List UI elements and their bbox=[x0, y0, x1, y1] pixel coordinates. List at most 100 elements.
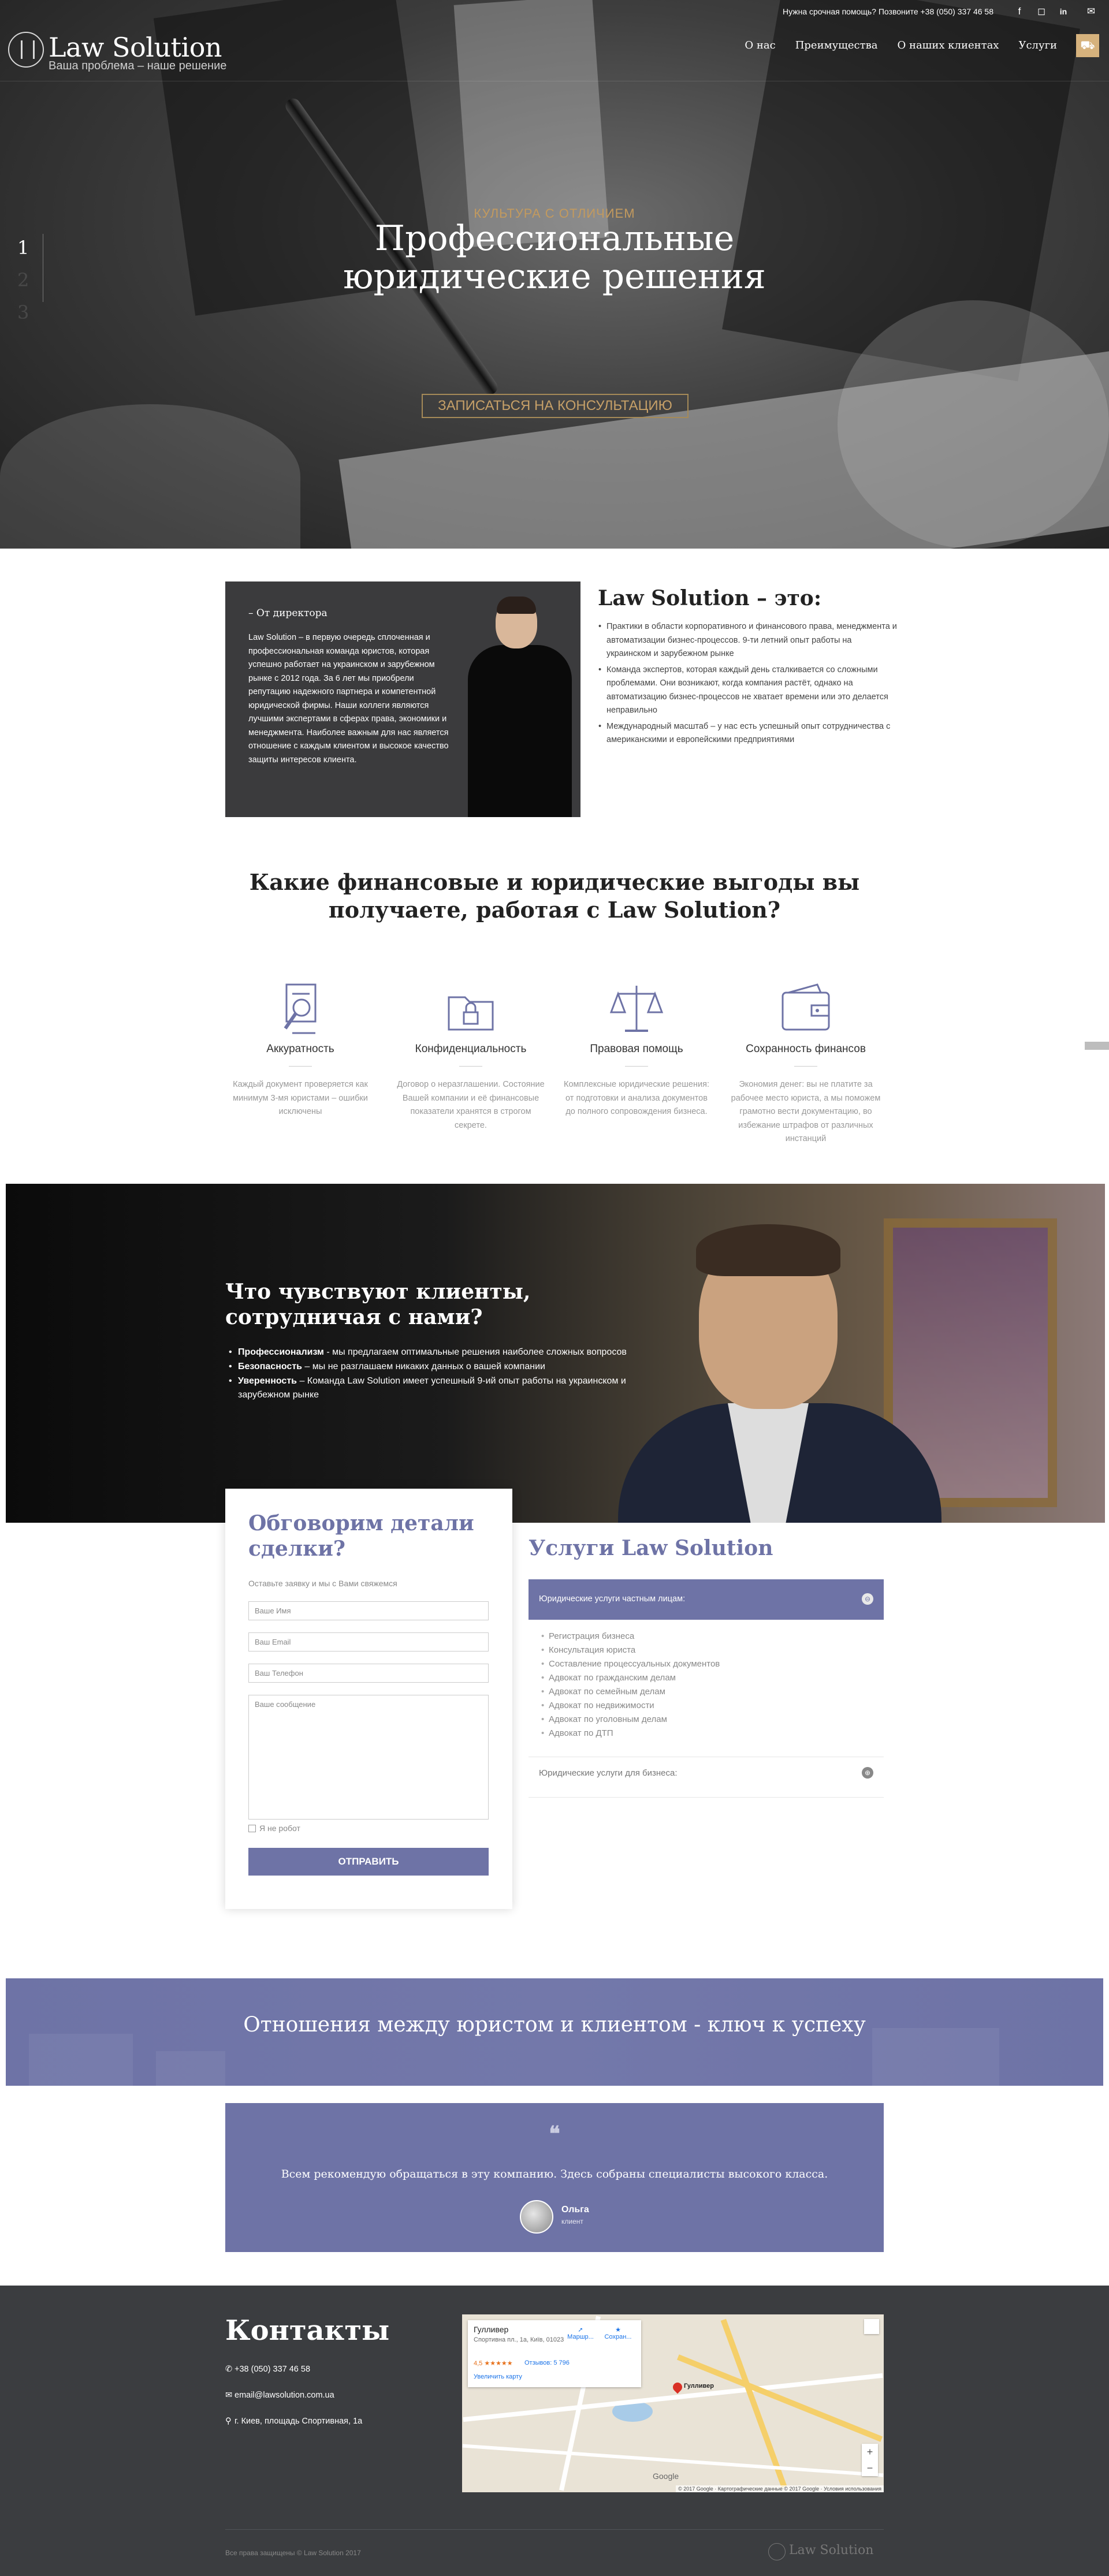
list-item[interactable]: Адвокат по недвижимости bbox=[541, 1699, 720, 1713]
benefit-title: Правовая помощь bbox=[590, 1043, 683, 1055]
copyright-text: Все права защищены © Law Solution 2017 bbox=[225, 2549, 361, 2557]
contact-form-card: Обговорим детали сделки? Оставьте заявку… bbox=[225, 1489, 512, 1909]
list-item: Команда экспертов, которая каждый день с… bbox=[598, 663, 898, 718]
zoom-in-icon[interactable]: + bbox=[862, 2444, 878, 2460]
benefits-title: Какие финансовые и юридические выгоды вы… bbox=[249, 869, 860, 923]
consultation-button[interactable]: ЗАПИСАТЬСЯ НА КОНСУЛЬТАЦИЮ bbox=[422, 394, 689, 418]
nav-item-about[interactable]: О нас bbox=[745, 39, 775, 51]
services-title: Услуги Law Solution bbox=[529, 1536, 773, 1560]
footer-email[interactable]: ✉ email@lawsolution.com.ua bbox=[225, 2391, 334, 2400]
mail-icon[interactable]: ✉ bbox=[1085, 5, 1097, 18]
locked-folder-icon bbox=[448, 996, 494, 1031]
list-item-bold: Профессионализм bbox=[238, 1347, 324, 1357]
benefit-text: Договор о неразглашении. Состояние Вашей… bbox=[397, 1080, 545, 1130]
divider bbox=[794, 1066, 817, 1067]
footer-logo-name: Law Solution bbox=[789, 2543, 874, 2558]
wallet-icon bbox=[781, 983, 830, 1031]
top-bar: Нужна срочная помощь? Позвоните +38 (050… bbox=[0, 0, 1109, 23]
benefit-legal-help: Правовая помощь Комплексные юридические … bbox=[561, 980, 712, 1119]
star-icon: ★ bbox=[615, 2327, 621, 2333]
captcha-checkbox[interactable]: Я не робот bbox=[248, 1824, 300, 1833]
captcha-label: Я не робот bbox=[259, 1824, 300, 1833]
google-logo: Google bbox=[653, 2471, 679, 2481]
footer-logo[interactable]: Law Solution bbox=[768, 2542, 884, 2563]
map-save-button[interactable]: ★ Сохран... bbox=[601, 2326, 635, 2340]
clients-section: Что чувствуют клиенты, сотрудничая с нам… bbox=[6, 1184, 1105, 1523]
map-copyright: © 2017 Google · Картографические данные … bbox=[676, 2485, 884, 2492]
help-phone-text[interactable]: Нужна срочная помощь? Позвоните +38 (050… bbox=[783, 7, 993, 16]
save-label: Сохран... bbox=[604, 2333, 632, 2340]
hero-bg-shape bbox=[0, 404, 300, 549]
linkedin-icon[interactable]: in bbox=[1057, 5, 1070, 18]
divider bbox=[529, 1797, 884, 1798]
map-place-name: Гулливер bbox=[474, 2325, 509, 2334]
director-photo bbox=[456, 593, 580, 817]
benefit-finance: Сохранность финансов Экономия денег: вы … bbox=[731, 980, 881, 1146]
expand-icon[interactable]: ⊕ bbox=[862, 1767, 873, 1779]
cart-icon[interactable]: ⛟ bbox=[1076, 34, 1099, 57]
divider bbox=[459, 1066, 482, 1067]
side-tab-handle[interactable] bbox=[1085, 1042, 1109, 1050]
list-item[interactable]: Регистрация бизнеса bbox=[541, 1630, 720, 1643]
hero-bg-shape bbox=[838, 300, 1109, 549]
collapse-icon[interactable]: ⊖ bbox=[862, 1593, 873, 1605]
slide-dot-3[interactable]: 3 bbox=[17, 301, 29, 323]
logo-name: Law Solution bbox=[49, 32, 222, 63]
submit-button[interactable]: ОТПРАВИТЬ bbox=[248, 1848, 489, 1876]
google-map[interactable]: Гулливер Гулливер Спортивна пл., 1а, Киї… bbox=[462, 2314, 884, 2492]
divider bbox=[625, 1066, 648, 1067]
document-search-icon bbox=[284, 983, 317, 1034]
instagram-icon[interactable]: ◻ bbox=[1035, 5, 1048, 18]
testimonial-card: ❝ Всем рекомендую обращаться в эту компа… bbox=[225, 2103, 884, 2252]
form-title: Обговорим детали сделки? bbox=[248, 1511, 474, 1561]
form-hint: Оставьте заявку и мы с Вами свяжемся bbox=[248, 1579, 397, 1588]
list-item: Безопасность – мы не разглашаем никаких … bbox=[229, 1360, 637, 1374]
fullscreen-icon[interactable] bbox=[864, 2319, 879, 2334]
nav-item-advantages[interactable]: Преимущества bbox=[795, 39, 878, 51]
list-item[interactable]: Адвокат по семейным делам bbox=[541, 1685, 720, 1699]
banner-skyline bbox=[156, 2051, 225, 2086]
list-item: Уверенность – Команда Law Solution имеет… bbox=[229, 1374, 637, 1402]
list-item[interactable]: Адвокат по гражданским делам bbox=[541, 1671, 720, 1685]
nav-item-clients[interactable]: О наших клиентах bbox=[897, 39, 999, 51]
checkbox-box[interactable] bbox=[248, 1824, 256, 1832]
map-pin-icon[interactable] bbox=[671, 2380, 684, 2394]
benefit-accuracy: Аккуратность Каждый документ проверяется… bbox=[225, 980, 375, 1119]
list-item[interactable]: Консультация юриста bbox=[541, 1643, 720, 1657]
list-item: Международный масштаб – у нас есть успеш… bbox=[598, 720, 898, 747]
route-label: Маршр... bbox=[567, 2333, 594, 2340]
benefit-confidentiality: Конфиденциальность Договор о неразглашен… bbox=[396, 980, 546, 1132]
phone-input[interactable]: Ваш Телефон bbox=[248, 1664, 489, 1683]
nav-item-services[interactable]: Услуги bbox=[1018, 39, 1057, 51]
clients-title: Что чувствуют клиенты, сотрудничая с нам… bbox=[225, 1280, 531, 1329]
scales-icon bbox=[609, 986, 664, 1032]
list-item-bold: Безопасность bbox=[238, 1362, 302, 1371]
about-title: Law Solution – это: bbox=[598, 586, 822, 610]
facebook-icon[interactable]: f bbox=[1013, 5, 1026, 18]
list-item[interactable]: Составление процессуальных документов bbox=[541, 1657, 720, 1671]
logo-tagline: Ваша проблема – наше решение bbox=[49, 59, 227, 72]
list-item: Профессионализм - мы предлагаем оптималь… bbox=[229, 1345, 637, 1359]
accordion-header: Юридические услуги частным лицам: bbox=[539, 1594, 686, 1604]
about-list: Практики в области корпоративного и фина… bbox=[598, 620, 898, 750]
list-item[interactable]: Адвокат по ДТП bbox=[541, 1727, 720, 1740]
phone-icon: ✆ bbox=[225, 2365, 233, 2374]
zoom-out-icon[interactable]: − bbox=[862, 2460, 878, 2476]
location-icon: ⚲ bbox=[225, 2417, 232, 2426]
list-item[interactable]: Адвокат по уголовным делам bbox=[541, 1713, 720, 1727]
email-input[interactable]: Ваш Email bbox=[248, 1632, 489, 1652]
list-item-bold: Уверенность bbox=[238, 1376, 297, 1386]
director-text: Law Solution – в первую очередь сплоченн… bbox=[248, 633, 449, 765]
accordion-business[interactable]: Юридические услуги для бизнеса: ⊕ bbox=[529, 1767, 884, 1779]
zoom-control[interactable]: + − bbox=[862, 2444, 878, 2476]
benefit-text: Комплексные юридические решения: от подг… bbox=[564, 1080, 709, 1116]
map-route-button[interactable]: ➚ Маршр... bbox=[563, 2326, 598, 2340]
message-textarea[interactable]: Ваше сообщение bbox=[248, 1695, 489, 1820]
footer-phone[interactable]: ✆ +38 (050) 337 46 58 bbox=[225, 2365, 310, 2374]
email-text: email@lawsolution.com.ua bbox=[235, 2391, 334, 2400]
name-input[interactable]: Ваше Имя bbox=[248, 1601, 489, 1620]
accordion-private[interactable]: Юридические услуги частным лицам: ⊖ bbox=[529, 1579, 884, 1620]
map-enlarge-link[interactable]: Увеличить карту bbox=[474, 2373, 522, 2380]
map-reviews-link[interactable]: Отзывов: 5 796 bbox=[524, 2359, 570, 2366]
main-nav: О нас Преимущества О наших клиентах Услу… bbox=[745, 39, 1057, 51]
